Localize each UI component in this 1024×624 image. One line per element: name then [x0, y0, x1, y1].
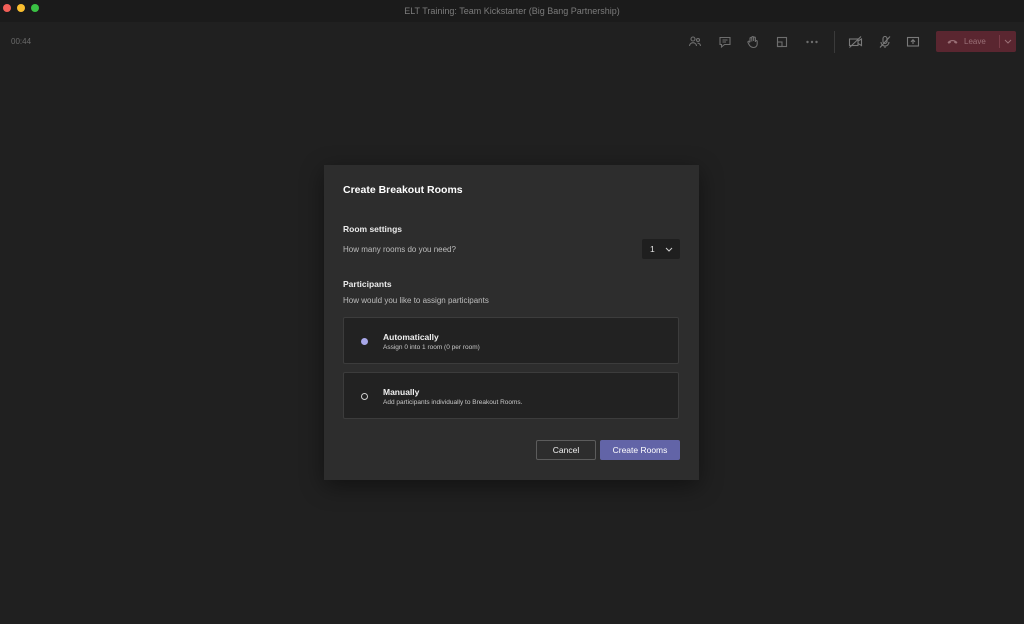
- cancel-button[interactable]: Cancel: [536, 440, 596, 460]
- chat-icon[interactable]: [716, 33, 734, 51]
- option-description: Add participants individually to Breakou…: [383, 399, 523, 406]
- rooms-question: How many rooms do you need?: [343, 245, 456, 254]
- create-breakout-rooms-dialog: Create Breakout Rooms Room settings How …: [324, 165, 699, 480]
- assign-automatically-option[interactable]: Automatically Assign 0 into 1 room (0 pe…: [343, 317, 679, 364]
- option-label: Automatically: [383, 332, 439, 342]
- rooms-count-value: 1: [650, 244, 655, 254]
- camera-off-icon[interactable]: [846, 33, 864, 51]
- radio-selected[interactable]: [361, 338, 368, 345]
- participants-heading: Participants: [343, 279, 392, 289]
- mic-off-icon[interactable]: [876, 33, 894, 51]
- zoom-window-button[interactable]: [31, 4, 39, 12]
- meeting-toolbar: 00:44 Leave: [0, 22, 1024, 62]
- create-rooms-button[interactable]: Create Rooms: [600, 440, 680, 460]
- raise-hand-icon[interactable]: [744, 33, 762, 51]
- toolbar-divider: [834, 31, 835, 53]
- assign-manually-option[interactable]: Manually Add participants individually t…: [343, 372, 679, 419]
- rooms-count-dropdown[interactable]: 1: [642, 239, 680, 259]
- meeting-timer: 00:44: [11, 37, 32, 46]
- window-controls: [3, 4, 39, 12]
- option-label: Manually: [383, 387, 420, 397]
- leave-label: Leave: [964, 37, 986, 46]
- leave-options-button[interactable]: [1000, 31, 1016, 52]
- chevron-down-icon: [665, 247, 673, 252]
- radio-unselected[interactable]: [361, 393, 368, 400]
- chevron-down-icon: [1004, 39, 1012, 44]
- window-title-bar: ELT Training: Team Kickstarter (Big Bang…: [0, 0, 1024, 22]
- breakout-rooms-icon[interactable]: [773, 33, 791, 51]
- leave-button: Leave: [936, 31, 1016, 52]
- option-description: Assign 0 into 1 room (0 per room): [383, 344, 480, 351]
- more-options-icon[interactable]: [803, 33, 821, 51]
- leave-main-button[interactable]: Leave: [936, 31, 999, 52]
- people-icon[interactable]: [686, 33, 704, 51]
- minimize-window-button[interactable]: [17, 4, 25, 12]
- participants-question: How would you like to assign participant…: [343, 296, 489, 305]
- window-title: ELT Training: Team Kickstarter (Big Bang…: [404, 6, 620, 16]
- room-settings-heading: Room settings: [343, 224, 403, 234]
- hang-up-icon: [947, 40, 958, 44]
- share-screen-icon[interactable]: [904, 33, 922, 51]
- close-window-button[interactable]: [3, 4, 11, 12]
- dialog-title: Create Breakout Rooms: [343, 184, 463, 196]
